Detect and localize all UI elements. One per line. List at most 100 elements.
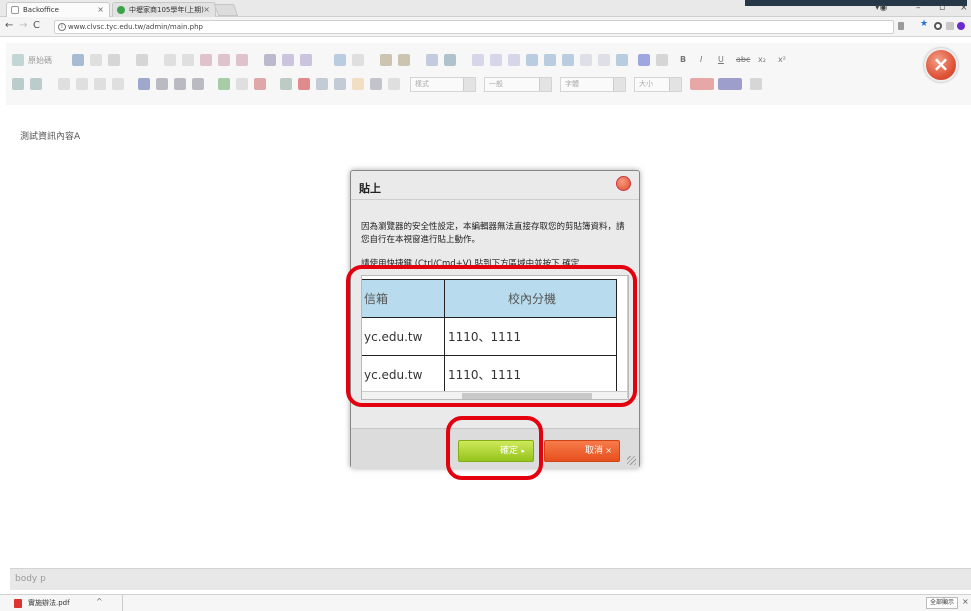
copy-icon[interactable] bbox=[182, 54, 194, 66]
reload-icon[interactable]: C bbox=[33, 20, 40, 31]
chevron-down-icon bbox=[463, 78, 475, 91]
site-icon bbox=[117, 6, 125, 14]
strike-icon[interactable]: abc bbox=[736, 55, 750, 64]
tab-backoffice[interactable]: Backoffice × bbox=[6, 2, 110, 17]
browser-tab-bar: Backoffice × 中壢家商105學年(上期) × ▾◉ – ▫ × bbox=[0, 0, 971, 17]
rtl-icon[interactable] bbox=[656, 54, 668, 66]
download-file-name[interactable]: 實施辦法.pdf bbox=[28, 598, 70, 608]
size-combo-label: 大小 bbox=[639, 80, 653, 88]
url-text: www.clvsc.tyc.edu.tw/admin/main.php bbox=[68, 23, 203, 31]
indent-icon[interactable] bbox=[76, 78, 88, 90]
button-icon[interactable] bbox=[580, 54, 592, 66]
link-icon[interactable] bbox=[218, 78, 230, 90]
replace-icon[interactable] bbox=[398, 54, 410, 66]
unlink-icon[interactable] bbox=[236, 78, 248, 90]
hline-icon[interactable] bbox=[334, 78, 346, 90]
bulleted-list-icon[interactable] bbox=[30, 78, 42, 90]
superscript-icon[interactable]: x² bbox=[778, 55, 786, 64]
align-left-icon[interactable] bbox=[138, 78, 150, 90]
extension-icon[interactable] bbox=[934, 22, 942, 30]
imagebutton-icon[interactable] bbox=[598, 54, 610, 66]
subscript-icon[interactable]: x₂ bbox=[758, 55, 766, 64]
restore-button[interactable]: ▫ bbox=[939, 3, 945, 13]
tab-label: Backoffice bbox=[23, 6, 59, 14]
source-icon[interactable] bbox=[12, 54, 24, 66]
paste-icon[interactable] bbox=[200, 54, 212, 66]
flash-icon[interactable] bbox=[298, 78, 310, 90]
resize-handle[interactable] bbox=[627, 456, 636, 465]
format-combo[interactable]: 一般 bbox=[484, 77, 552, 92]
tab-close-icon[interactable]: × bbox=[97, 3, 104, 17]
editor-content[interactable]: 測試資訊內容A bbox=[20, 129, 80, 142]
close-icon[interactable]: × bbox=[962, 597, 969, 606]
new-tab-button[interactable] bbox=[213, 4, 239, 16]
checkbox-icon[interactable] bbox=[490, 54, 502, 66]
outdent-icon[interactable] bbox=[58, 78, 70, 90]
align-center-icon[interactable] bbox=[156, 78, 168, 90]
underline-icon[interactable]: U bbox=[718, 55, 724, 64]
source-label[interactable]: 原始碼 bbox=[28, 55, 52, 66]
redo-icon[interactable] bbox=[352, 54, 364, 66]
anchor-icon[interactable] bbox=[254, 78, 266, 90]
font-combo[interactable]: 字體 bbox=[560, 77, 626, 92]
minimize-button[interactable]: – bbox=[916, 3, 921, 13]
pagebreak-icon[interactable] bbox=[388, 78, 400, 90]
scayt-icon[interactable] bbox=[300, 54, 312, 66]
ltr-icon[interactable] bbox=[638, 54, 650, 66]
extension-icon[interactable] bbox=[957, 22, 965, 30]
text-color-icon[interactable] bbox=[690, 78, 714, 90]
style-combo[interactable]: 樣式 bbox=[410, 77, 476, 92]
image-icon[interactable] bbox=[280, 78, 292, 90]
zoom-icon[interactable] bbox=[898, 22, 904, 30]
print-icon[interactable] bbox=[264, 54, 276, 66]
tab-school[interactable]: 中壢家商105學年(上期) × bbox=[112, 2, 216, 17]
radio-icon[interactable] bbox=[508, 54, 520, 66]
dialog-close-button[interactable] bbox=[616, 176, 631, 191]
maximize-icon[interactable] bbox=[750, 78, 762, 90]
chevron-up-icon[interactable]: ^ bbox=[96, 597, 103, 606]
select-all-icon[interactable] bbox=[426, 54, 438, 66]
creatediv-icon[interactable] bbox=[112, 78, 124, 90]
bookmark-star-icon[interactable]: ★ bbox=[920, 19, 930, 29]
close-editor-button[interactable]: × bbox=[924, 48, 958, 82]
info-icon[interactable]: i bbox=[58, 23, 66, 31]
remove-format-icon[interactable] bbox=[444, 54, 456, 66]
profile-icon[interactable]: ▾◉ bbox=[875, 3, 887, 13]
cancel-button[interactable]: 取消 × bbox=[544, 440, 620, 462]
blockquote-icon[interactable] bbox=[94, 78, 106, 90]
spellcheck-icon[interactable] bbox=[282, 54, 294, 66]
align-justify-icon[interactable] bbox=[192, 78, 204, 90]
save-icon[interactable] bbox=[72, 54, 84, 66]
hiddenfield-icon[interactable] bbox=[616, 54, 628, 66]
undo-icon[interactable] bbox=[334, 54, 346, 66]
paste-text-icon[interactable] bbox=[218, 54, 230, 66]
align-right-icon[interactable] bbox=[174, 78, 186, 90]
templates-icon[interactable] bbox=[136, 54, 148, 66]
forward-icon[interactable]: → bbox=[19, 20, 27, 31]
close-window-button[interactable]: × bbox=[960, 3, 968, 13]
bold-icon[interactable]: B bbox=[680, 55, 686, 64]
form-icon[interactable] bbox=[472, 54, 484, 66]
back-icon[interactable]: ← bbox=[5, 20, 13, 31]
smiley-icon[interactable] bbox=[352, 78, 364, 90]
toolbar-row-1: 原始碼 B I U abc x₂ x² bbox=[6, 50, 906, 70]
select-icon[interactable] bbox=[562, 54, 574, 66]
specialchar-icon[interactable] bbox=[370, 78, 382, 90]
find-icon[interactable] bbox=[380, 54, 392, 66]
textarea-icon[interactable] bbox=[544, 54, 556, 66]
show-all-downloads-button[interactable]: 全部顯示 bbox=[926, 597, 959, 609]
tab-close-icon[interactable]: × bbox=[203, 3, 210, 17]
paste-word-icon[interactable] bbox=[236, 54, 248, 66]
extension-icon[interactable] bbox=[946, 22, 954, 30]
textfield-icon[interactable] bbox=[526, 54, 538, 66]
cut-icon[interactable] bbox=[164, 54, 176, 66]
preview-icon[interactable] bbox=[108, 54, 120, 66]
numbered-list-icon[interactable] bbox=[12, 78, 24, 90]
url-input[interactable]: i www.clvsc.tyc.edu.tw/admin/main.php bbox=[54, 20, 894, 34]
bg-color-icon[interactable] bbox=[718, 78, 742, 90]
size-combo[interactable]: 大小 bbox=[634, 77, 682, 92]
italic-icon[interactable]: I bbox=[700, 55, 702, 64]
new-page-icon[interactable] bbox=[90, 54, 102, 66]
divider bbox=[351, 199, 639, 200]
table-icon[interactable] bbox=[316, 78, 328, 90]
